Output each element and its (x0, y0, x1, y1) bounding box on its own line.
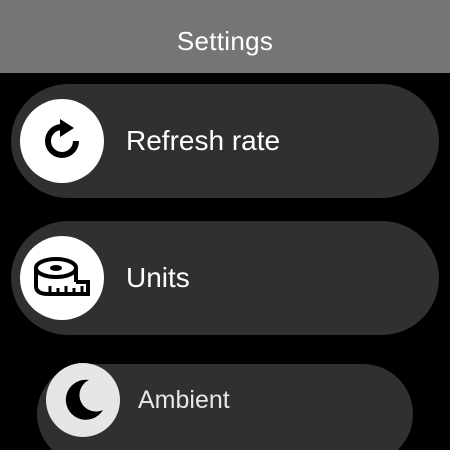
measuring-tape-icon (34, 257, 90, 296)
settings-item-label: Refresh rate (126, 125, 281, 156)
header-bar: Settings (0, 0, 450, 73)
measuring-tape-icon-container (20, 236, 104, 320)
moon-icon (65, 379, 103, 420)
refresh-icon (45, 119, 79, 158)
moon-icon-container (46, 363, 120, 437)
page-title: Settings (176, 26, 274, 56)
settings-item-ambient[interactable]: Ambient (37, 363, 413, 450)
refresh-icon-container (20, 99, 104, 183)
settings-item-refresh-rate[interactable]: Refresh rate (11, 84, 439, 198)
settings-item-units[interactable]: Units (11, 221, 439, 335)
settings-item-label: Units (126, 262, 190, 293)
settings-screen: Settings Refresh rate Units Ambient (0, 0, 450, 450)
settings-item-label: Ambient (138, 385, 230, 414)
